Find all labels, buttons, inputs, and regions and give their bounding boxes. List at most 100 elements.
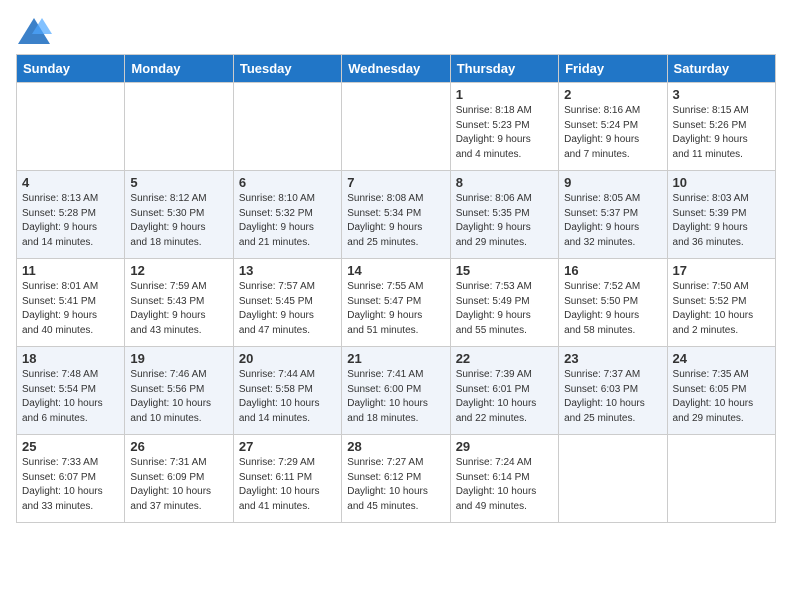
day-info: Sunrise: 8:10 AM Sunset: 5:32 PM Dayligh… [239, 192, 336, 250]
day-info: Sunrise: 8:06 AM Sunset: 5:35 PM Dayligh… [456, 192, 553, 250]
calendar-header-row: SundayMondayTuesdayWednesdayThursdayFrid… [17, 55, 776, 83]
calendar-cell [125, 83, 233, 171]
day-number: 10 [673, 175, 770, 190]
day-number: 9 [564, 175, 661, 190]
calendar-cell: 5Sunrise: 8:12 AM Sunset: 5:30 PM Daylig… [125, 171, 233, 259]
day-number: 18 [22, 351, 119, 366]
day-info: Sunrise: 8:12 AM Sunset: 5:30 PM Dayligh… [130, 192, 227, 250]
logo-icon [16, 16, 52, 46]
calendar-cell: 15 Sunrise: 7:53 AM Sunset: 5:49 PM Dayli… [450, 259, 558, 347]
calendar-week-row: 18 Sunrise: 7:48 AM Sunset: 5:54 PM Dayli… [17, 347, 776, 435]
day-info: Sunrise: 7:41 AM Sunset: 6:00 PM Dayligh… [347, 368, 444, 426]
day-info: Sunrise: 7:27 AM Sunset: 6:12 PM Dayligh… [347, 456, 444, 514]
day-info: Sunrise: 8:15 AM Sunset: 5:26 PM Dayligh… [673, 104, 770, 162]
day-number: 11 [22, 263, 119, 278]
day-number: 23 [564, 351, 661, 366]
calendar-cell: 6 Sunrise: 8:10 AM Sunset: 5:32 PM Daylig… [233, 171, 341, 259]
calendar-day-header: Tuesday [233, 55, 341, 83]
day-number: 12 [130, 263, 227, 278]
day-number: 15 [456, 263, 553, 278]
day-number: 19 [130, 351, 227, 366]
day-number: 14 [347, 263, 444, 278]
calendar-cell: 16 Sunrise: 7:52 AM Sunset: 5:50 PM Dayli… [559, 259, 667, 347]
day-info: Sunrise: 7:55 AM Sunset: 5:47 PM Dayligh… [347, 280, 444, 338]
calendar-week-row: 11 Sunrise: 8:01 AM Sunset: 5:41 PM Dayli… [17, 259, 776, 347]
day-info: Sunrise: 7:37 AM Sunset: 6:03 PM Dayligh… [564, 368, 661, 426]
calendar-cell [342, 83, 450, 171]
calendar-day-header: Wednesday [342, 55, 450, 83]
day-info: Sunrise: 7:29 AM Sunset: 6:11 PM Dayligh… [239, 456, 336, 514]
calendar-body: 1 Sunrise: 8:18 AM Sunset: 5:23 PM Daylig… [17, 83, 776, 523]
calendar-cell [667, 435, 775, 523]
calendar-day-header: Sunday [17, 55, 125, 83]
calendar-cell: 24 Sunrise: 7:35 AM Sunset: 6:05 PM Dayli… [667, 347, 775, 435]
calendar-cell: 4 Sunrise: 8:13 AM Sunset: 5:28 PM Daylig… [17, 171, 125, 259]
calendar-cell: 27Sunrise: 7:29 AM Sunset: 6:11 PM Dayli… [233, 435, 341, 523]
calendar-cell: 9Sunrise: 8:05 AM Sunset: 5:37 PM Daylig… [559, 171, 667, 259]
calendar-cell: 14 Sunrise: 7:55 AM Sunset: 5:47 PM Dayli… [342, 259, 450, 347]
calendar-cell: 26 Sunrise: 7:31 AM Sunset: 6:09 PM Dayli… [125, 435, 233, 523]
day-info: Sunrise: 7:33 AM Sunset: 6:07 PM Dayligh… [22, 456, 119, 514]
calendar-day-header: Saturday [667, 55, 775, 83]
calendar-table: SundayMondayTuesdayWednesdayThursdayFrid… [16, 54, 776, 523]
day-number: 3 [673, 87, 770, 102]
calendar-cell [17, 83, 125, 171]
calendar-week-row: 25 Sunrise: 7:33 AM Sunset: 6:07 PM Dayli… [17, 435, 776, 523]
calendar-day-header: Thursday [450, 55, 558, 83]
calendar-cell: 29 Sunrise: 7:24 AM Sunset: 6:14 PM Dayli… [450, 435, 558, 523]
day-info: Sunrise: 7:35 AM Sunset: 6:05 PM Dayligh… [673, 368, 770, 426]
day-number: 25 [22, 439, 119, 454]
day-number: 1 [456, 87, 553, 102]
day-number: 13 [239, 263, 336, 278]
calendar-week-row: 4 Sunrise: 8:13 AM Sunset: 5:28 PM Daylig… [17, 171, 776, 259]
day-info: Sunrise: 7:48 AM Sunset: 5:54 PM Dayligh… [22, 368, 119, 426]
day-number: 4 [22, 175, 119, 190]
calendar-cell: 21 Sunrise: 7:41 AM Sunset: 6:00 PM Dayli… [342, 347, 450, 435]
calendar-cell: 8 Sunrise: 8:06 AM Sunset: 5:35 PM Daylig… [450, 171, 558, 259]
header [16, 16, 776, 46]
day-number: 21 [347, 351, 444, 366]
day-info: Sunrise: 8:16 AM Sunset: 5:24 PM Dayligh… [564, 104, 661, 162]
calendar-cell [233, 83, 341, 171]
calendar-cell: 18 Sunrise: 7:48 AM Sunset: 5:54 PM Dayli… [17, 347, 125, 435]
day-info: Sunrise: 7:50 AM Sunset: 5:52 PM Dayligh… [673, 280, 770, 338]
day-number: 8 [456, 175, 553, 190]
calendar-cell: 2Sunrise: 8:16 AM Sunset: 5:24 PM Daylig… [559, 83, 667, 171]
day-number: 20 [239, 351, 336, 366]
day-number: 26 [130, 439, 227, 454]
day-number: 16 [564, 263, 661, 278]
logo [16, 16, 56, 46]
day-info: Sunrise: 7:57 AM Sunset: 5:45 PM Dayligh… [239, 280, 336, 338]
calendar-cell: 13 Sunrise: 7:57 AM Sunset: 5:45 PM Dayli… [233, 259, 341, 347]
calendar-cell: 20 Sunrise: 7:44 AM Sunset: 5:58 PM Dayli… [233, 347, 341, 435]
day-info: Sunrise: 8:01 AM Sunset: 5:41 PM Dayligh… [22, 280, 119, 338]
calendar-cell: 7Sunrise: 8:08 AM Sunset: 5:34 PM Daylig… [342, 171, 450, 259]
calendar-cell [559, 435, 667, 523]
day-info: Sunrise: 7:53 AM Sunset: 5:49 PM Dayligh… [456, 280, 553, 338]
calendar-cell: 11 Sunrise: 8:01 AM Sunset: 5:41 PM Dayli… [17, 259, 125, 347]
calendar-week-row: 1 Sunrise: 8:18 AM Sunset: 5:23 PM Daylig… [17, 83, 776, 171]
day-info: Sunrise: 7:31 AM Sunset: 6:09 PM Dayligh… [130, 456, 227, 514]
calendar-cell: 12 Sunrise: 7:59 AM Sunset: 5:43 PM Dayli… [125, 259, 233, 347]
day-number: 17 [673, 263, 770, 278]
calendar-cell: 19Sunrise: 7:46 AM Sunset: 5:56 PM Dayli… [125, 347, 233, 435]
day-info: Sunrise: 7:24 AM Sunset: 6:14 PM Dayligh… [456, 456, 553, 514]
day-info: Sunrise: 8:03 AM Sunset: 5:39 PM Dayligh… [673, 192, 770, 250]
calendar-cell: 23 Sunrise: 7:37 AM Sunset: 6:03 PM Dayli… [559, 347, 667, 435]
day-info: Sunrise: 7:59 AM Sunset: 5:43 PM Dayligh… [130, 280, 227, 338]
calendar-cell: 22Sunrise: 7:39 AM Sunset: 6:01 PM Dayli… [450, 347, 558, 435]
day-info: Sunrise: 8:08 AM Sunset: 5:34 PM Dayligh… [347, 192, 444, 250]
day-info: Sunrise: 7:52 AM Sunset: 5:50 PM Dayligh… [564, 280, 661, 338]
day-number: 29 [456, 439, 553, 454]
day-number: 6 [239, 175, 336, 190]
day-info: Sunrise: 8:18 AM Sunset: 5:23 PM Dayligh… [456, 104, 553, 162]
calendar-day-header: Monday [125, 55, 233, 83]
day-number: 24 [673, 351, 770, 366]
day-info: Sunrise: 7:39 AM Sunset: 6:01 PM Dayligh… [456, 368, 553, 426]
calendar-cell: 10 Sunrise: 8:03 AM Sunset: 5:39 PM Dayli… [667, 171, 775, 259]
calendar-cell: 25 Sunrise: 7:33 AM Sunset: 6:07 PM Dayli… [17, 435, 125, 523]
calendar-cell: 28 Sunrise: 7:27 AM Sunset: 6:12 PM Dayli… [342, 435, 450, 523]
day-number: 28 [347, 439, 444, 454]
day-info: Sunrise: 7:44 AM Sunset: 5:58 PM Dayligh… [239, 368, 336, 426]
day-info: Sunrise: 8:13 AM Sunset: 5:28 PM Dayligh… [22, 192, 119, 250]
